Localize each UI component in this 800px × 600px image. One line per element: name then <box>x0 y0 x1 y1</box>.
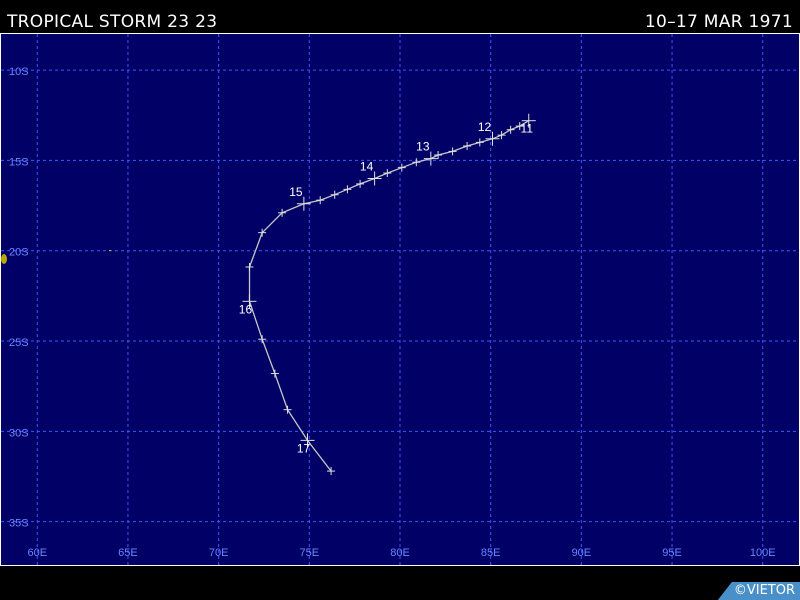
lon-label: 100E <box>750 547 776 559</box>
position-marker <box>506 125 515 134</box>
island-mark <box>109 250 111 251</box>
position-marker <box>497 131 506 140</box>
lon-label: 90E <box>572 547 592 559</box>
position-marker <box>448 147 457 156</box>
position-marker <box>343 185 352 194</box>
track-map: 10S 15S 20S 25S 30S 35S 60E 65E 70E 75E 80E 85E 90E 9… <box>0 33 800 566</box>
lon-label: 95E <box>662 547 682 559</box>
lon-label: 60E <box>27 547 47 559</box>
daily-position-marker <box>423 151 438 166</box>
position-marker <box>434 151 443 160</box>
day-label: 13 <box>416 140 430 154</box>
lat-label: 15S <box>9 156 29 168</box>
position-marker <box>258 335 267 344</box>
lat-label: 25S <box>9 337 29 349</box>
position-marker <box>283 405 292 414</box>
lat-label: 30S <box>9 427 29 439</box>
position-marker <box>316 196 325 205</box>
lon-label: 75E <box>300 547 320 559</box>
position-marker <box>412 158 421 167</box>
position-marker <box>270 369 279 378</box>
lon-label: 65E <box>118 547 138 559</box>
day-label: 16 <box>239 302 253 316</box>
position-marker <box>463 141 472 150</box>
daily-position-marker <box>367 171 382 186</box>
lat-label: 10S <box>9 66 29 78</box>
island-mark <box>1 254 7 264</box>
day-label: 11 <box>521 122 534 136</box>
day-label: 14 <box>360 159 374 173</box>
lon-label: 85E <box>481 547 501 559</box>
date-range: 10–17 MAR 1971 <box>644 12 793 32</box>
lat-label: 20S <box>9 247 29 259</box>
position-marker <box>330 190 339 199</box>
storm-title: TROPICAL STORM 23 23 <box>7 12 218 32</box>
lon-label: 70E <box>209 547 229 559</box>
lon-label: 80E <box>390 547 410 559</box>
header-bar: TROPICAL STORM 23 23 10–17 MAR 1971 <box>0 0 800 33</box>
footer-bar: ©VIETOR <box>0 566 800 600</box>
credit-badge: ©VIETOR <box>717 582 800 600</box>
day-label: 17 <box>297 441 311 455</box>
lat-label: 35S <box>9 518 29 530</box>
track-map-canvas: 10S 15S 20S 25S 30S 35S 60E 65E 70E 75E 80E 85E 90E 9… <box>1 34 799 565</box>
position-marker <box>245 262 254 271</box>
position-marker <box>475 138 484 147</box>
position-marker <box>356 179 365 188</box>
position-marker <box>383 169 392 178</box>
daily-position-marker <box>296 196 311 211</box>
position-marker <box>397 163 406 172</box>
day-label: 12 <box>478 120 492 134</box>
day-label: 15 <box>289 185 303 199</box>
daily-position-marker <box>485 131 500 146</box>
